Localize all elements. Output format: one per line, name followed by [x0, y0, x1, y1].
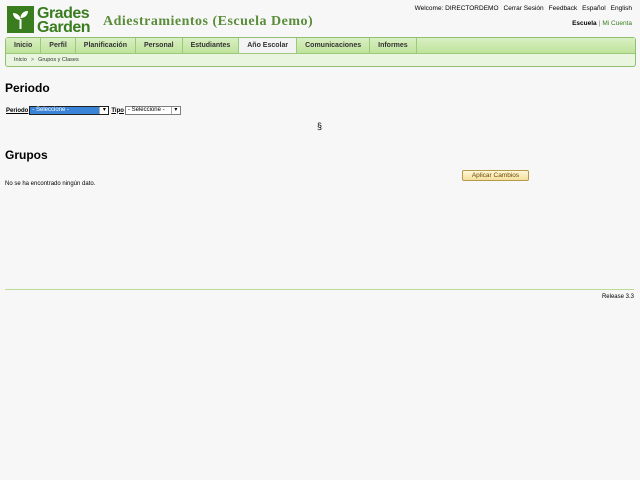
- nav-inicio[interactable]: Inicio: [6, 38, 42, 53]
- nav-planificacion[interactable]: Planificación: [76, 38, 136, 53]
- breadcrumb: Inicio > Grupos y Clases: [6, 54, 635, 66]
- feedback-link[interactable]: Feedback: [549, 5, 578, 12]
- scope-mi-cuenta-link[interactable]: Mi Cuenta: [602, 20, 632, 27]
- tipo-select[interactable]: - Seleccione - ▾: [124, 106, 181, 115]
- nav-ano-escolar[interactable]: Año Escolar: [239, 38, 298, 53]
- chevron-down-icon: ▾: [99, 107, 109, 114]
- periodo-label: Periodo: [6, 107, 29, 114]
- logout-link[interactable]: Cerrar Sesión: [504, 5, 544, 12]
- breadcrumb-separator: >: [30, 57, 35, 63]
- nav-personal[interactable]: Personal: [136, 38, 183, 53]
- main-nav-container: Inicio Perfil Planificación Personal Est…: [5, 37, 636, 67]
- nav-comunicaciones[interactable]: Comunicaciones: [297, 38, 371, 53]
- footer-divider: [5, 289, 634, 290]
- nav-estudiantes[interactable]: Estudiantes: [183, 38, 240, 53]
- nav-informes[interactable]: Informes: [370, 38, 417, 53]
- periodo-select[interactable]: - Seleccione - ▾: [29, 106, 110, 115]
- page: Grades Garden Adiestramientos (Escuela D…: [0, 0, 640, 480]
- release-label: Release 3.3: [601, 294, 634, 300]
- app-title: Adiestramientos (Escuela Demo): [103, 14, 314, 29]
- grupos-heading: Grupos: [5, 148, 48, 162]
- breadcrumb-current: Grupos y Clases: [38, 57, 79, 63]
- english-link[interactable]: English: [611, 5, 632, 12]
- periodo-select-value: - Seleccione -: [32, 107, 70, 113]
- scope-switch: Escuela | Mi Cuenta: [572, 20, 632, 27]
- chevron-down-icon: ▾: [170, 107, 180, 114]
- top-links: Welcome: DIRECTORDEMO Cerrar Sesión Feed…: [415, 5, 632, 12]
- nav-perfil[interactable]: Perfil: [41, 38, 76, 53]
- sprout-icon: [7, 6, 34, 33]
- tipo-select-value: - Seleccione -: [127, 107, 165, 113]
- spanish-link[interactable]: Español: [582, 5, 606, 12]
- apply-changes-button[interactable]: Aplicar Cambios: [462, 170, 529, 181]
- empty-message: No se ha encontrado ningún dato.: [5, 181, 96, 187]
- scope-escuela-link[interactable]: Escuela: [572, 20, 597, 27]
- section-marker: §: [317, 121, 323, 131]
- scope-separator: |: [598, 20, 601, 27]
- welcome-text: Welcome: DIRECTORDEMO: [414, 5, 499, 12]
- breadcrumb-home[interactable]: Inicio: [14, 57, 27, 63]
- main-nav: Inicio Perfil Planificación Personal Est…: [6, 38, 635, 54]
- logo-wordmark: Grades Garden: [37, 5, 91, 36]
- periodo-heading: Periodo: [5, 81, 50, 95]
- tipo-label: Tipo: [111, 107, 124, 114]
- filters-row: Periodo - Seleccione - ▾ Tipo - Seleccio…: [6, 106, 181, 115]
- logo[interactable]: Grades Garden: [7, 5, 91, 36]
